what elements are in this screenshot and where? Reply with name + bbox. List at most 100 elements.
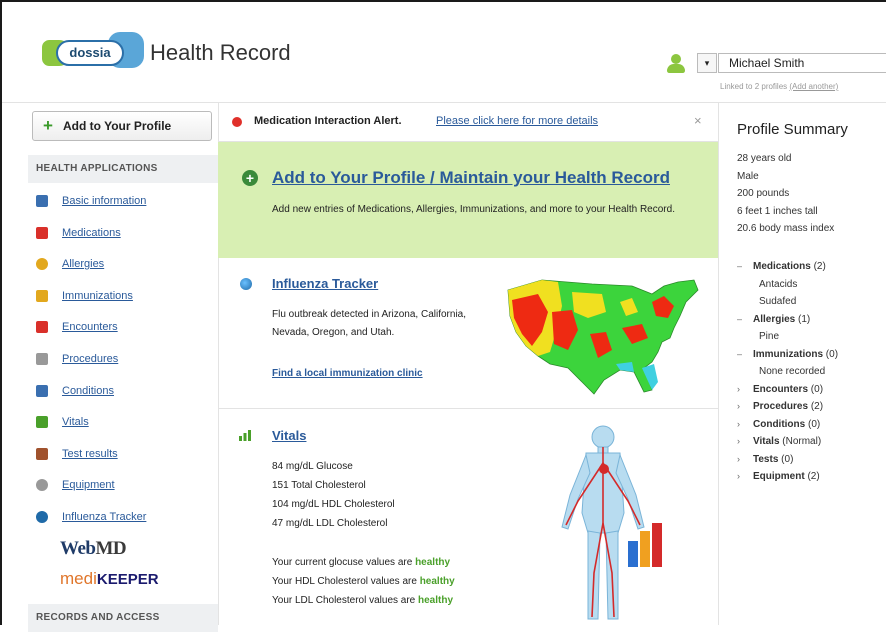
us-flu-map[interactable] (502, 272, 702, 397)
plus-icon: + (43, 116, 53, 135)
vitals-status-value: healthy (419, 576, 455, 587)
logo-text: dossia (56, 40, 124, 66)
summary-group-immunizations[interactable]: – Immunizations (0) (737, 349, 838, 360)
user-dropdown-button[interactable]: ▾ (697, 53, 717, 73)
summary-sub-item: Sudafed (759, 296, 797, 307)
maintain-record-panel: + Add to Your Profile / Maintain your He… (218, 142, 718, 258)
summary-sub-item: None recorded (759, 366, 826, 377)
expand-toggle-icon[interactable]: › (737, 454, 753, 464)
influenza-tracker-link[interactable]: Influenza Tracker (272, 276, 378, 291)
vitals-reading: 151 Total Cholesterol (272, 480, 366, 491)
shield-icon (36, 289, 48, 302)
add-to-profile-button[interactable]: + Add to Your Profile (32, 111, 212, 141)
chart-icon (36, 416, 48, 429)
medication-alert-bar: Medication Interaction Alert. Please cli… (218, 103, 718, 142)
sidebar-item-label: Procedures (62, 353, 119, 365)
vitals-status-line: Your current glocuse values are healthy (272, 557, 450, 568)
clipboard-icon (36, 447, 48, 460)
summary-sub-item: Pine (759, 331, 780, 342)
vitals-status-value: healthy (418, 595, 454, 606)
sidebar-item-label: Allergies (62, 258, 105, 271)
summary-group-name: Tests (753, 453, 779, 465)
user-name-select[interactable]: Michael Smith (718, 53, 886, 73)
summary-group-name: Equipment (753, 471, 805, 482)
close-icon[interactable]: × (694, 113, 702, 128)
sidebar-item-label: Encounters (62, 321, 118, 334)
summary-group-name: Conditions (753, 418, 806, 430)
collapse-toggle-icon[interactable]: – (737, 261, 753, 271)
summary-group-vitals[interactable]: › Vitals (Normal) (737, 436, 821, 447)
summary-sub-item: Antacids (759, 278, 798, 290)
dossia-logo[interactable]: dossia (42, 26, 144, 78)
section-health-applications: HEALTH APPLICATIONS (28, 155, 218, 183)
profile-fact: 28 years old (737, 153, 792, 164)
influenza-description: Flu outbreak detected in Arizona, Califo… (272, 309, 466, 338)
globe-icon (36, 511, 48, 523)
summary-group-medications[interactable]: – Medications (2) (737, 261, 826, 272)
document-icon (36, 353, 48, 365)
user-icon (666, 54, 686, 74)
pill-icon (36, 226, 48, 239)
flag-icon (36, 384, 48, 397)
expand-toggle-icon[interactable]: › (737, 384, 753, 394)
medikeeper-logo[interactable]: mediKEEPER (60, 569, 159, 589)
influenza-tracker-card: Influenza Tracker Flu outbreak detected … (218, 258, 718, 409)
vitals-status-prefix: Your current glocuse values are (272, 557, 413, 568)
summary-group-procedures[interactable]: › Procedures (2) (737, 401, 823, 412)
app-title: Health Record (150, 40, 291, 65)
summary-group-count: (0) (781, 453, 794, 465)
maintain-record-description: Add new entries of Medications, Allergie… (272, 204, 675, 215)
summary-group-name: Procedures (753, 401, 809, 412)
summary-group-allergies[interactable]: – Allergies (1) (737, 314, 810, 325)
summary-group-name: Allergies (753, 313, 796, 325)
maintain-record-link[interactable]: Add to Your Profile / Maintain your Heal… (272, 168, 670, 188)
profile-summary-panel: Profile Summary 28 years old Male 200 poun… (718, 103, 886, 625)
expand-toggle-icon[interactable]: › (737, 401, 753, 411)
summary-group-count: (2) (807, 471, 820, 482)
summary-group-name: Encounters (753, 383, 809, 395)
summary-group-count: (2) (813, 261, 826, 272)
add-to-profile-label: Add to Your Profile (63, 119, 172, 133)
add-another-link[interactable]: (Add another) (789, 82, 838, 91)
linked-profiles-label: Linked to 2 profiles (720, 82, 788, 91)
summary-group-encounters[interactable]: › Encounters (0) (737, 384, 823, 395)
collapse-toggle-icon[interactable]: – (737, 349, 753, 359)
summary-group-conditions[interactable]: › Conditions (0) (737, 419, 820, 430)
sidebar-item-label: Influenza Tracker (62, 511, 147, 523)
expand-toggle-icon[interactable]: › (737, 436, 753, 446)
vitals-card: Vitals 84 mg/dL Glucose 151 Total Cholest… (218, 409, 718, 625)
expand-toggle-icon[interactable]: › (737, 471, 753, 481)
section-records-and-access: RECORDS AND ACCESS (28, 604, 218, 632)
profile-fact: 200 pounds (737, 188, 790, 199)
sidebar-item-label: Conditions (62, 384, 114, 397)
alert-details-link[interactable]: Please click here for more details (436, 115, 598, 127)
summary-group-count: (0) (808, 418, 821, 430)
profile-fact: Male (737, 170, 759, 182)
add-circle-icon[interactable]: + (242, 170, 258, 186)
vitals-link[interactable]: Vitals (272, 428, 306, 443)
vitals-reading: 47 mg/dL LDL Cholesterol (272, 518, 388, 529)
app-header: dossia Health Record ▾ Michael Smith Lin… (2, 2, 886, 103)
summary-group-name: Immunizations (753, 348, 824, 360)
id-card-icon (36, 195, 48, 207)
summary-group-count: (2) (810, 401, 824, 412)
gear-icon (36, 479, 48, 492)
sidebar-item-label: Basic information (62, 195, 147, 207)
sidebar: + Add to Your Profile HEALTH APPLICATION… (28, 103, 219, 632)
collapse-toggle-icon[interactable]: – (737, 314, 753, 324)
vitals-status-line: Your LDL Cholesterol values are healthy (272, 595, 453, 606)
profile-fact: 20.6 body mass index (737, 223, 835, 234)
sidebar-item-label: Immunizations (62, 289, 133, 302)
allergy-icon (36, 258, 48, 271)
summary-group-count: (0) (825, 348, 839, 360)
sidebar-item-label: Equipment (62, 479, 115, 492)
summary-group-tests[interactable]: › Tests (0) (737, 454, 793, 465)
vitals-reading: 104 mg/dL HDL Cholesterol (272, 499, 395, 510)
vitals-status-line: Your HDL Cholesterol values are healthy (272, 576, 455, 587)
summary-group-equipment[interactable]: › Equipment (2) (737, 471, 820, 482)
webmd-logo[interactable]: WebMD (60, 538, 127, 560)
expand-toggle-icon[interactable]: › (737, 419, 753, 429)
summary-group-name: Vitals (753, 436, 780, 447)
linked-profiles-text: Linked to 2 profiles (Add another) (720, 82, 838, 91)
find-clinic-link[interactable]: Find a local immunization clinic (272, 368, 423, 379)
